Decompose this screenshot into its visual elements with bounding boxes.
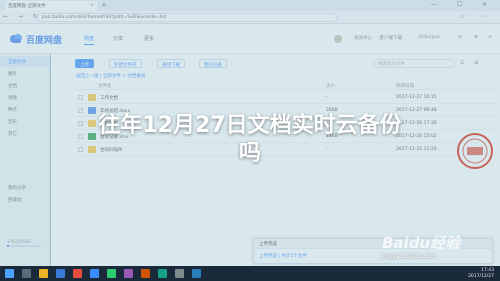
seal-stamp-icon (457, 133, 493, 169)
clock-date: 2017/12/27 (468, 273, 494, 279)
media-icon[interactable] (124, 269, 133, 278)
taskbar-clock[interactable]: 17:43 2017/12/27 (468, 268, 494, 279)
chat-icon[interactable] (107, 269, 116, 278)
headline-line-2: 吗 (238, 141, 261, 166)
office-icon[interactable] (141, 269, 150, 278)
headline: 往年12月27日文档实时云备份 吗 (0, 112, 500, 168)
app-icon[interactable] (73, 269, 82, 278)
start-icon[interactable] (5, 269, 14, 278)
search-icon[interactable] (22, 269, 31, 278)
taskbar: 17:43 2017/12/27 (0, 266, 500, 281)
headline-line-1: 往年12月27日文档实时云备份 (98, 113, 402, 138)
explorer-icon[interactable] (192, 269, 201, 278)
baidu-netdisk-icon[interactable] (90, 269, 99, 278)
settings-icon[interactable] (175, 269, 184, 278)
mail-icon[interactable] (158, 269, 167, 278)
baidu-watermark: Baidu经验 (382, 234, 461, 252)
watermark-url: jingyan.baidu.com (381, 253, 437, 260)
folder-icon[interactable] (39, 269, 48, 278)
browser-icon[interactable] (56, 269, 65, 278)
